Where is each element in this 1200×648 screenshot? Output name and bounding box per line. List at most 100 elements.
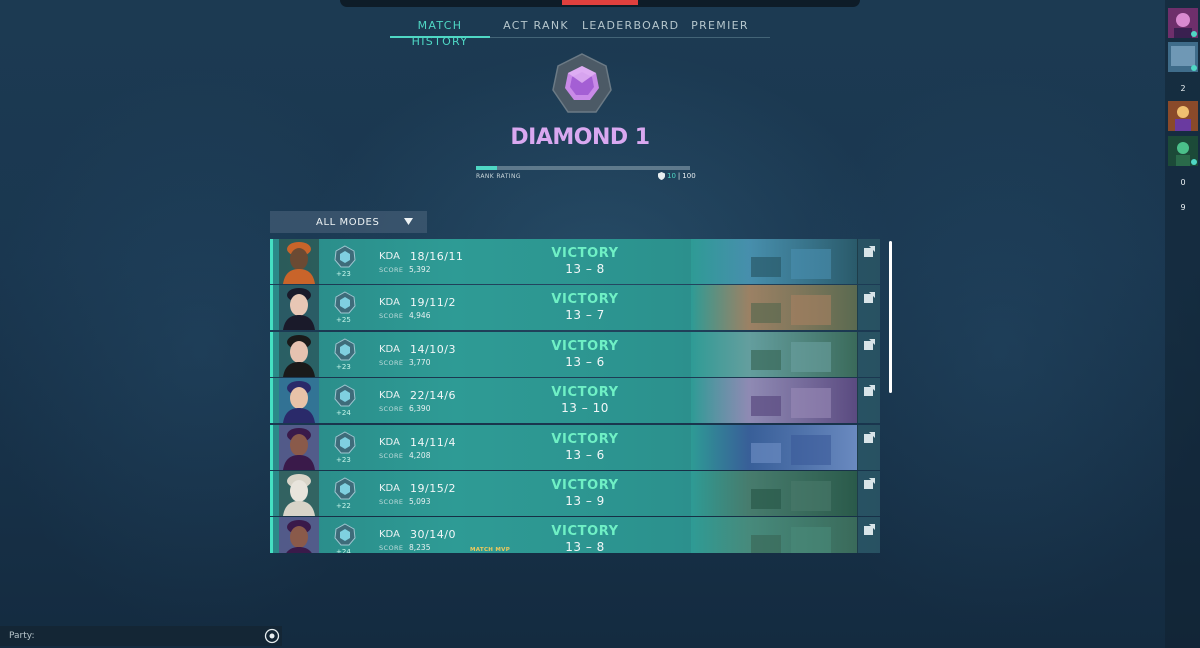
- match-details-button[interactable]: [857, 331, 880, 377]
- match-details-button[interactable]: [857, 471, 880, 516]
- match-details-button[interactable]: [857, 285, 880, 331]
- kda-label: KDA: [379, 529, 400, 541]
- caret-down-icon: [404, 218, 413, 225]
- score-label: SCORE: [379, 544, 404, 553]
- rr-change: +24: [336, 548, 351, 553]
- diamond-rank-icon: [334, 338, 356, 361]
- friend-avatar[interactable]: [1168, 101, 1198, 131]
- kda-label: KDA: [379, 483, 400, 494]
- shield-icon: [658, 172, 665, 180]
- rr-change: +23: [336, 362, 351, 371]
- enemy-score: 6: [596, 447, 605, 462]
- kills: 30: [410, 528, 425, 542]
- kda-value: 19/15/2: [410, 482, 456, 495]
- match-score: 13 – 9: [535, 494, 635, 508]
- deaths: 16: [429, 250, 445, 263]
- score-value: 3,770: [409, 357, 431, 367]
- modes-dropdown-label: ALL MODES: [316, 216, 380, 228]
- rr-change: +25: [336, 316, 351, 325]
- player-card-icon: [1168, 42, 1198, 72]
- score-value: 5,093: [409, 497, 431, 506]
- match-score: 13 – 8: [535, 540, 635, 553]
- tab-premier[interactable]: PREMIER: [670, 18, 770, 38]
- score-label: SCORE: [379, 405, 404, 414]
- rank-rating-label: RANK RATING: [476, 173, 521, 180]
- rank-rating-bar: [476, 166, 690, 170]
- deaths: 14: [429, 528, 445, 542]
- match-row[interactable]: +25 KDA 19/11/2 SCORE 4,946 VICTORY 13 –…: [270, 285, 880, 331]
- match-row[interactable]: +24 KDA 22/14/6 SCORE 6,390 VICTORY 13 –…: [270, 378, 880, 424]
- deaths: 11: [429, 296, 445, 310]
- match-score: 13 – 6: [535, 448, 635, 462]
- tab-leaderboard[interactable]: LEADERBOARD: [582, 18, 678, 38]
- team-score: 13: [565, 354, 582, 369]
- assists: 2: [448, 296, 456, 310]
- score-value: 5,392: [409, 265, 431, 274]
- agent-portrait-icon: [279, 517, 319, 553]
- friend-avatar[interactable]: [1168, 136, 1198, 166]
- match-result: VICTORY: [551, 292, 619, 308]
- map-thumbnail-icon: [691, 331, 857, 377]
- score-value: 6,390: [409, 404, 431, 414]
- match-row[interactable]: +23 KDA 18/16/11 SCORE 5,392 VICTORY 13 …: [270, 239, 880, 284]
- score-value: 8,235: [409, 543, 431, 553]
- party-chat-input[interactable]: Party:: [0, 626, 262, 646]
- match-row[interactable]: +22 KDA 19/15/2 SCORE 5,093 VICTORY 13 –…: [270, 471, 880, 516]
- party-count: 2: [1180, 84, 1186, 93]
- map-thumbnail-icon: [691, 471, 857, 516]
- match-details-button[interactable]: [857, 378, 880, 424]
- kda-label: KDA: [379, 436, 400, 448]
- expand-icon: [864, 246, 875, 257]
- rr-change: +23: [336, 270, 351, 278]
- match-details-button[interactable]: [857, 517, 880, 553]
- chat-toggle-button[interactable]: [262, 626, 282, 646]
- tab-match-history[interactable]: MATCH HISTORY: [390, 18, 490, 48]
- deaths: 15: [429, 482, 445, 495]
- match-score: 13 – 10: [535, 401, 635, 415]
- diamond-rank-icon: [334, 477, 356, 500]
- match-row[interactable]: +24 KDA 30/14/0 SCORE 8,235 MATCH MVP VI…: [270, 517, 880, 553]
- deaths: 10: [429, 342, 445, 356]
- kda-value: 14/11/4: [410, 436, 456, 449]
- map-thumbnail-icon: [691, 378, 857, 424]
- tab-act-rank[interactable]: ACT RANK: [490, 18, 582, 38]
- team-score: 13: [565, 494, 582, 508]
- scrollbar[interactable]: [889, 241, 892, 393]
- expand-icon: [864, 338, 875, 350]
- score-value: 4,208: [409, 450, 431, 460]
- enemy-score: 8: [596, 540, 605, 553]
- score-label: SCORE: [379, 358, 404, 367]
- rank-rating-value: 10 | 100: [658, 172, 696, 180]
- agent-portrait-icon: [279, 331, 319, 377]
- party-member-avatar[interactable]: [1168, 8, 1198, 38]
- match-result: VICTORY: [551, 385, 619, 401]
- party-rail: [1165, 0, 1200, 648]
- modes-dropdown[interactable]: ALL MODES: [270, 211, 427, 233]
- match-details-button[interactable]: [857, 424, 880, 470]
- kills: 14: [410, 435, 425, 449]
- team-score: 13: [565, 262, 582, 276]
- match-row[interactable]: +23 KDA 14/11/4 SCORE 4,208 VICTORY 13 –…: [270, 424, 880, 470]
- map-thumbnail-icon: [691, 517, 857, 553]
- agent-portrait-icon: [279, 378, 319, 424]
- expand-icon: [864, 292, 875, 304]
- match-score: 13 – 7: [535, 308, 635, 322]
- rr-change: +24: [336, 409, 351, 418]
- enemy-score: 6: [596, 354, 605, 369]
- score-label: SCORE: [379, 266, 404, 274]
- map-thumbnail-icon: [691, 424, 857, 470]
- rr-change: +23: [336, 455, 351, 464]
- kills: 19: [410, 482, 425, 495]
- score-separator: –: [581, 262, 597, 276]
- score-separator: –: [581, 308, 597, 323]
- diamond-rank-icon: [334, 384, 356, 407]
- diamond-rank-icon: [334, 245, 356, 268]
- kda-value: 22/14/6: [410, 389, 456, 402]
- match-row[interactable]: +23 KDA 14/10/3 SCORE 3,770 VICTORY 13 –…: [270, 331, 880, 377]
- party-member-avatar[interactable]: [1168, 42, 1198, 72]
- enemy-score: 8: [596, 262, 605, 276]
- expand-icon: [864, 524, 875, 536]
- match-details-button[interactable]: [857, 239, 880, 284]
- map-thumbnail-icon: [691, 285, 857, 331]
- diamond-rank-icon: [334, 523, 356, 546]
